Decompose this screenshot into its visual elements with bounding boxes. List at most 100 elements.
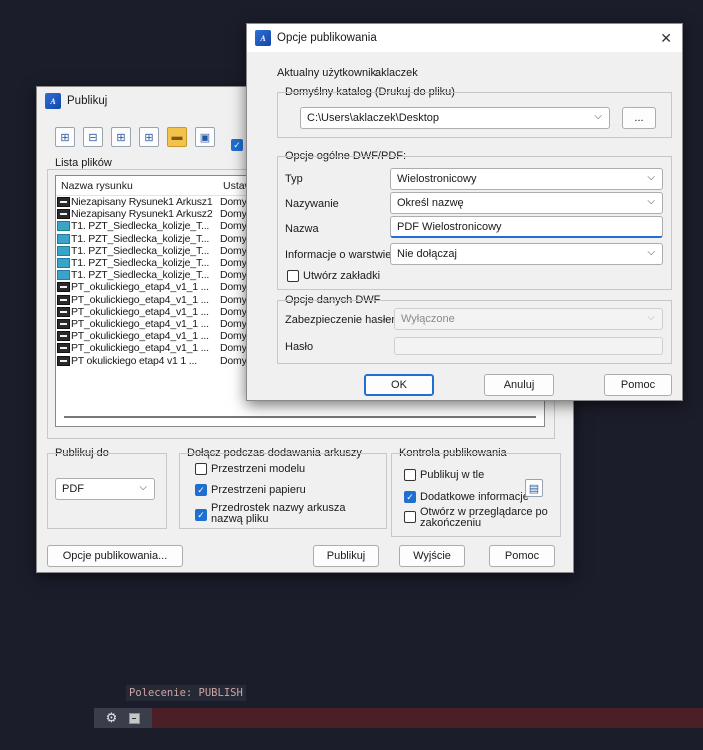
include-model-checkbox[interactable]: Przestrzeni modelu <box>195 463 305 475</box>
gear-icon[interactable]: ⚙ <box>106 710 118 726</box>
current-user-label: Aktualny użytkownik: <box>277 67 380 79</box>
help-button[interactable]: Pomoc <box>489 545 555 567</box>
model-sheet-icon <box>57 233 70 244</box>
command-input[interactable] <box>152 708 703 728</box>
sheet-name: PT okulickiego etap4 v1 1 ... <box>71 354 197 367</box>
add-sheets-icon[interactable]: ⊞ <box>55 127 75 147</box>
close-icon[interactable]: ✕ <box>660 30 672 47</box>
current-user-value: aklaczek <box>375 67 418 79</box>
publish-to-select[interactable]: PDF ⌵ <box>55 478 155 500</box>
password-input <box>394 337 663 355</box>
naming-value: Określ nazwę <box>397 197 464 209</box>
sheet-name: PT_okulickiego_etap4_v1_1 ... <box>71 342 209 355</box>
include-paper-box[interactable]: ✓ <box>195 484 207 496</box>
layout-sheet-icon <box>57 343 70 354</box>
name-label: Nazwa <box>285 223 319 235</box>
options-title: Opcje publikowania <box>277 32 377 44</box>
sheet-name: PT_okulickiego_etap4_v1_1 ... <box>71 293 209 306</box>
include-model-label: Przestrzeni modelu <box>211 463 306 475</box>
browse-button[interactable]: ... <box>622 107 656 129</box>
layer-label: Informacje o warstwie <box>285 249 392 261</box>
model-sheet-icon <box>57 258 70 269</box>
command-tools: ⚙ <box>94 708 152 728</box>
layout-sheet-icon <box>57 209 70 220</box>
default-dir-value: C:\Users\aklaczek\Desktop <box>307 112 440 124</box>
remove-sheets-icon[interactable]: ⊟ <box>83 127 103 147</box>
publish-options-label: Opcje publikowania... <box>62 550 168 562</box>
move-down-icon[interactable]: ⊞ <box>139 127 159 147</box>
app-logo-icon: A <box>45 93 61 109</box>
default-dir-select[interactable]: C:\Users\aklaczek\Desktop ⌵ <box>300 107 610 129</box>
layout-sheet-icon <box>57 331 70 342</box>
publish-button[interactable]: Publikuj <box>313 545 379 567</box>
browse-label: ... <box>634 112 644 124</box>
move-up-icon[interactable]: ⊞ <box>111 127 131 147</box>
save-list-icon[interactable]: ▣ <box>195 127 215 147</box>
publish-to-value: PDF <box>62 483 84 495</box>
open-viewer-label: Otwórz w przeglądarce po zakończeniu <box>420 506 548 529</box>
sheet-name: PT_okulickiego_etap4_v1_1 ... <box>71 281 209 294</box>
load-list-icon[interactable]: ▬ <box>167 127 187 147</box>
horizontal-scrollbar[interactable] <box>64 416 536 418</box>
layout-sheet-icon <box>57 282 70 293</box>
publish-options-button[interactable]: Opcje publikowania... <box>47 545 183 567</box>
name-value: PDF Wielostronicowy <box>397 220 502 233</box>
include-prefix-box[interactable]: ✓ <box>195 509 207 521</box>
publish-options-dialog: A Opcje publikowania ✕ Aktualny użytkown… <box>246 23 683 401</box>
include-paper-checkbox[interactable]: ✓ Przestrzeni papieru <box>195 484 306 496</box>
publish-background-checkbox[interactable]: Publikuj w tle <box>404 469 484 481</box>
include-model-box[interactable] <box>195 463 207 475</box>
sheet-name: T1. PZT_Siedlecka_kolizje_T... <box>71 220 210 233</box>
layout-sheet-icon <box>57 306 70 317</box>
open-viewer-box[interactable] <box>404 511 416 523</box>
command-bar: ⚙ <box>94 708 703 728</box>
details-checkbox[interactable]: ✓ Dodatkowe informacje <box>404 491 529 503</box>
layer-select[interactable]: Nie dołączaj ⌵ <box>390 243 663 265</box>
include-prefix-label: Przedrostek nazwy arkusza nazwą pliku <box>211 502 346 525</box>
bookmarks-checkbox[interactable]: Utwórz zakładki <box>287 270 380 282</box>
ok-button[interactable]: OK <box>364 374 434 396</box>
cancel-button[interactable]: Anuluj <box>484 374 554 396</box>
layer-value: Nie dołączaj <box>397 248 457 260</box>
details-icon[interactable]: ▤ <box>525 479 543 497</box>
layout-sheet-icon <box>57 197 70 208</box>
type-select[interactable]: Wielostronicowy ⌵ <box>390 168 663 190</box>
publish-label: Publikuj <box>326 550 366 562</box>
include-prefix-checkbox[interactable]: ✓ Przedrostek nazwy arkusza nazwą pliku <box>195 503 371 525</box>
publish-title: Publikuj <box>67 95 108 107</box>
details-box[interactable]: ✓ <box>404 491 416 503</box>
sheet-name: Niezapisany Rysunek1 Arkusz1 <box>71 196 213 209</box>
exit-label: Wyjście <box>413 550 451 562</box>
password-protect-label: Zabezpieczenie hasłem <box>285 314 401 326</box>
bookmarks-label: Utwórz zakładki <box>303 270 381 282</box>
exit-button[interactable]: Wyjście <box>399 545 465 567</box>
toolbar-checkbox[interactable]: ✓ <box>231 139 243 151</box>
terminal-icon[interactable] <box>129 712 141 724</box>
type-label: Typ <box>285 173 303 185</box>
options-help-button[interactable]: Pomoc <box>604 374 672 396</box>
name-input[interactable]: PDF Wielostronicowy <box>390 216 663 238</box>
publish-background-box[interactable] <box>404 469 416 481</box>
open-viewer-checkbox[interactable]: Otwórz w przeglądarce po zakończeniu <box>404 507 560 529</box>
naming-select[interactable]: Określ nazwę ⌵ <box>390 192 663 214</box>
bookmarks-box[interactable] <box>287 270 299 282</box>
column-drawing-name[interactable]: Nazwa rysunku <box>56 176 218 195</box>
sheet-name: PT_okulickiego_etap4_v1_1 ... <box>71 305 209 318</box>
ok-label: OK <box>391 379 407 391</box>
chevron-down-icon: ⌵ <box>594 111 602 122</box>
type-value: Wielostronicowy <box>397 173 477 185</box>
options-titlebar: A Opcje publikowania ✕ <box>247 24 682 52</box>
chevron-down-icon: ⌵ <box>647 196 655 207</box>
app-logo-icon: A <box>255 30 271 46</box>
command-history: Polecenie: PUBLISH <box>126 685 246 701</box>
password-protect-select: Wyłączone ⌵ <box>394 308 663 330</box>
sheet-name: T1. PZT_Siedlecka_kolizje_T... <box>71 257 210 270</box>
layout-sheet-icon <box>57 294 70 305</box>
cancel-label: Anuluj <box>503 379 535 391</box>
sheet-name: PT_okulickiego_etap4_v1_1 ... <box>71 317 209 330</box>
model-sheet-icon <box>57 270 70 281</box>
sheet-name: T1. PZT_Siedlecka_kolizje_T... <box>71 244 210 257</box>
sheet-name: Niezapisany Rysunek1 Arkusz2 <box>71 208 213 221</box>
list-label: Lista plików <box>55 157 112 169</box>
chevron-down-icon: ⌵ <box>647 247 655 258</box>
